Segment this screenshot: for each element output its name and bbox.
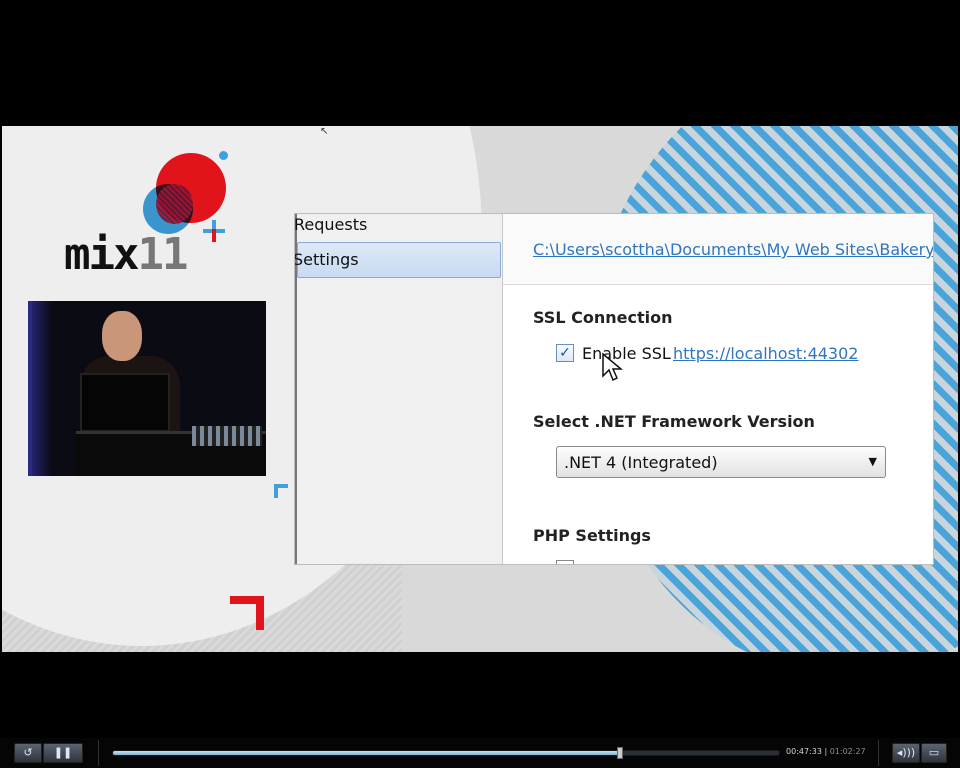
logo-text: mix11 <box>64 229 188 280</box>
progress-thumb[interactable] <box>617 747 624 759</box>
dialog-content: C:\Users\scottha\Documents\My Web Sites\… <box>503 214 933 564</box>
separator <box>878 740 879 766</box>
speaker-bottles <box>192 426 262 446</box>
current-time: 00:47:33 <box>786 747 822 756</box>
net-framework-select[interactable]: .NET 4 (Integrated) ▼ <box>556 446 886 478</box>
enable-ssl-label[interactable]: Enable SSL <box>582 344 671 363</box>
net-framework-value: .NET 4 (Integrated) <box>564 453 718 472</box>
separator <box>98 740 99 766</box>
total-time: 01:02:27 <box>829 747 866 756</box>
logo-overlap <box>156 184 193 224</box>
logo-dot <box>219 151 228 160</box>
video-frame[interactable]: mix11 ↖ Requests Settings C:\Users\scott… <box>2 126 958 652</box>
logo-text-number: 11 <box>137 229 188 280</box>
mix11-logo: mix11 <box>62 151 242 281</box>
ssl-url-link[interactable]: https://localhost:44302 <box>673 344 858 363</box>
enable-ssl-checkbox[interactable]: ✓ <box>556 344 574 362</box>
php-checkbox[interactable] <box>556 560 574 564</box>
dialog-sidebar: Requests Settings <box>295 214 503 564</box>
time-display: 00:47:33 | 01:02:27 <box>786 747 866 756</box>
player-controls: ↺ ❚❚ 00:47:33 | 01:02:27 ◂))) ▭ <box>0 738 960 768</box>
pause-icon: ❚❚ <box>53 746 73 759</box>
sidebar-item-requests[interactable]: Requests <box>295 214 503 238</box>
chevron-down-icon: ▼ <box>868 455 877 468</box>
site-path-link[interactable]: C:\Users\scottha\Documents\My Web Sites\… <box>533 240 933 259</box>
sidebar-item-requests-label: Requests <box>295 215 368 234</box>
small-cursor-icon: ↖ <box>320 126 329 137</box>
speaker-monitor <box>80 373 170 432</box>
net-framework-heading: Select .NET Framework Version <box>533 412 815 431</box>
logo-plus-red <box>212 229 216 242</box>
path-bar: C:\Users\scottha\Documents\My Web Sites\… <box>503 214 933 285</box>
sidebar-item-settings-label: Settings <box>295 250 359 269</box>
mouse-pointer-icon <box>602 352 623 382</box>
progress-fill <box>113 751 621 755</box>
site-settings-dialog: Requests Settings C:\Users\scottha\Docum… <box>295 214 933 564</box>
replay-button[interactable]: ↺ <box>14 743 42 763</box>
ssl-section-heading: SSL Connection <box>533 308 673 327</box>
corner-mark-blue <box>274 484 288 498</box>
pause-button[interactable]: ❚❚ <box>43 743 83 763</box>
replay-icon: ↺ <box>23 746 33 759</box>
logo-text-main: mix <box>64 229 139 280</box>
speaker-head <box>102 311 142 361</box>
fullscreen-button[interactable]: ▭ <box>921 743 947 763</box>
volume-button[interactable]: ◂))) <box>892 743 920 763</box>
speaker-video <box>28 301 266 476</box>
sidebar-item-settings[interactable]: Settings <box>295 242 501 278</box>
corner-mark-red <box>230 596 264 630</box>
php-settings-heading: PHP Settings <box>533 526 651 545</box>
volume-icon: ◂))) <box>896 746 916 759</box>
progress-bar[interactable] <box>112 747 780 759</box>
fullscreen-icon: ▭ <box>928 746 940 759</box>
speaker-stage-light <box>32 301 52 476</box>
